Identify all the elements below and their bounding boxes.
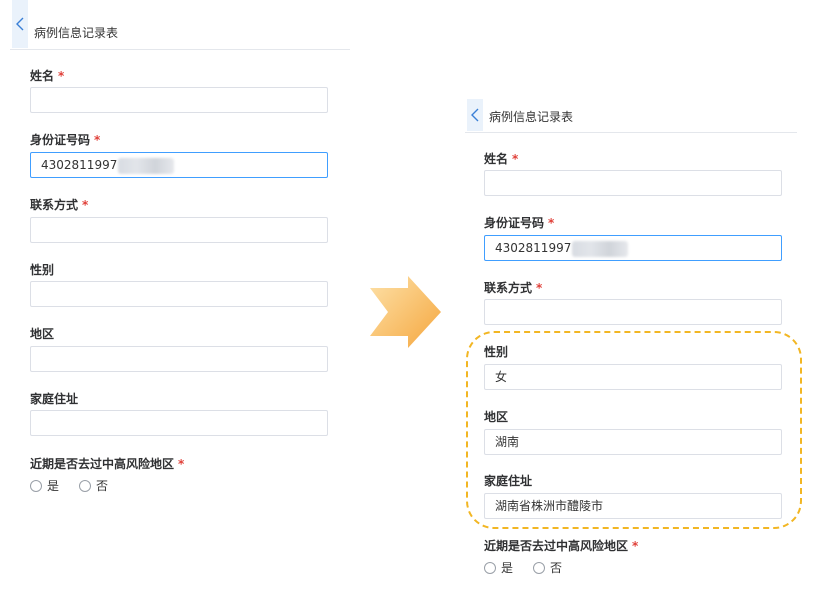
- redaction-blur: [572, 240, 629, 257]
- radio-yes[interactable]: 是: [30, 477, 59, 494]
- form-panel-before: 病例信息记录表 姓名 * 身份证号码 * 4302811997 联系方式 * 性别 地…: [0, 0, 352, 603]
- risk-area-label: 近期是否去过中高风险地区 *: [30, 457, 185, 471]
- id-card-input[interactable]: 4302811997: [484, 235, 782, 261]
- page-title: 病例信息记录表: [489, 110, 574, 124]
- region-input[interactable]: [30, 346, 328, 372]
- contact-input[interactable]: [484, 299, 782, 325]
- gender-input[interactable]: [30, 281, 328, 307]
- id-card-label: 身份证号码 *: [30, 133, 101, 147]
- back-button[interactable]: [12, 0, 28, 48]
- name-input[interactable]: [484, 170, 782, 196]
- radio-yes[interactable]: 是: [484, 559, 513, 576]
- autofill-highlight: [466, 331, 802, 529]
- radio-circle-icon: [79, 479, 92, 492]
- risk-area-radio-group: 是 否: [484, 559, 582, 576]
- chevron-left-icon: [471, 108, 479, 122]
- back-button[interactable]: [467, 99, 483, 131]
- radio-circle-icon: [533, 561, 546, 574]
- contact-label: 联系方式 *: [484, 281, 543, 295]
- form-header: 病例信息记录表: [465, 99, 797, 133]
- radio-no[interactable]: 否: [533, 559, 562, 576]
- address-label: 家庭住址: [30, 392, 79, 406]
- region-label: 地区: [30, 327, 55, 341]
- gender-label: 性别: [30, 263, 55, 277]
- form-header: 病例信息记录表: [10, 0, 350, 50]
- id-card-label: 身份证号码 *: [484, 216, 555, 230]
- address-input[interactable]: [30, 410, 328, 436]
- contact-label: 联系方式 *: [30, 198, 89, 212]
- name-input[interactable]: [30, 87, 328, 113]
- risk-area-radio-group: 是 否: [30, 477, 128, 494]
- page-title: 病例信息记录表: [34, 26, 119, 40]
- radio-no[interactable]: 否: [79, 477, 108, 494]
- radio-circle-icon: [484, 561, 496, 574]
- radio-circle-icon: [30, 479, 42, 492]
- name-label: 姓名 *: [484, 152, 519, 166]
- chevron-left-icon: [16, 17, 24, 31]
- contact-input[interactable]: [30, 217, 328, 243]
- arrow-right-icon: [370, 276, 441, 348]
- risk-area-label: 近期是否去过中高风险地区 *: [484, 539, 639, 553]
- name-label: 姓名 *: [30, 69, 65, 83]
- id-card-input[interactable]: 4302811997: [30, 152, 328, 178]
- redaction-blur: [118, 157, 175, 174]
